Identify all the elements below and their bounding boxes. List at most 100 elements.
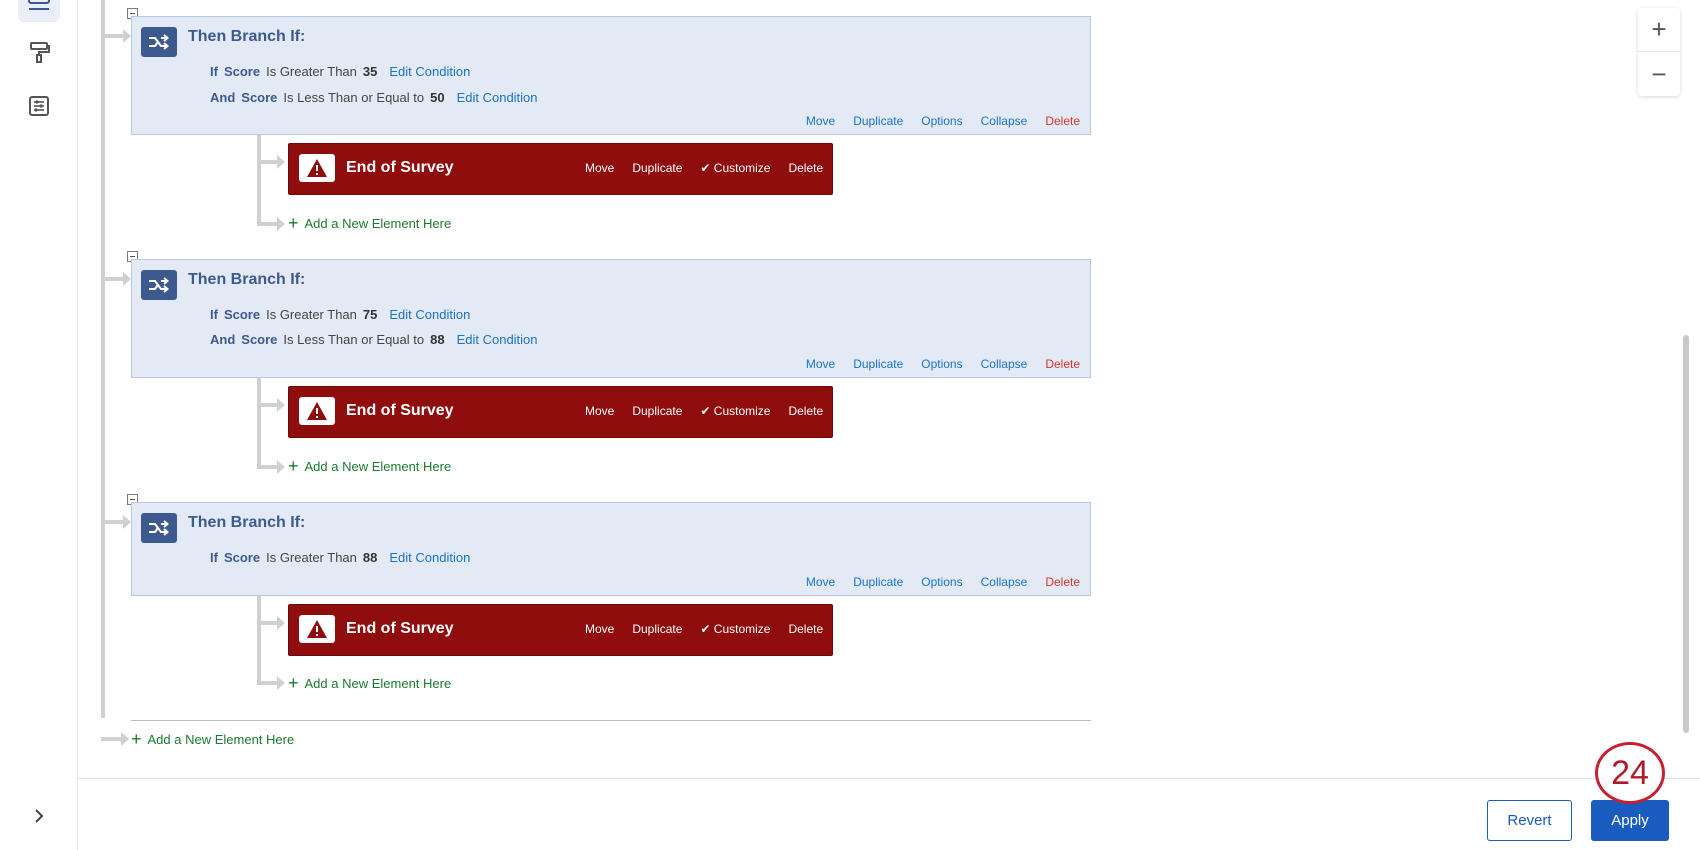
condition-operator[interactable]: Is Less Than or Equal to	[283, 332, 424, 347]
warning-icon	[299, 397, 335, 425]
branch-condition: If Score Is Greater Than 88 Edit Condition	[210, 550, 470, 565]
scrollbar-thumb[interactable]	[1683, 335, 1689, 733]
add-new-element-link[interactable]: + Add a New Element Here	[131, 730, 294, 748]
move-link[interactable]: Move	[806, 114, 835, 128]
plus-icon: +	[288, 213, 299, 233]
survey-flow-nav-button[interactable]	[18, 0, 60, 22]
condition-operator[interactable]: Is Greater Than	[266, 550, 357, 565]
condition-field[interactable]: Score	[241, 90, 277, 105]
move-link[interactable]: Move	[585, 404, 614, 418]
flow-connector	[257, 460, 285, 474]
end-of-survey-block: End of Survey Move Duplicate ✔ Customize…	[288, 604, 833, 656]
survey-options-nav-button[interactable]	[18, 90, 60, 126]
branch-title: Then Branch If:	[188, 271, 306, 288]
duplicate-link[interactable]: Duplicate	[853, 575, 903, 589]
options-link[interactable]: Options	[921, 357, 962, 371]
edit-condition-link[interactable]: Edit Condition	[389, 307, 470, 322]
options-link[interactable]: Options	[921, 114, 962, 128]
move-link[interactable]: Move	[806, 575, 835, 589]
condition-operator[interactable]: Is Less Than or Equal to	[283, 90, 424, 105]
condition-conjunction[interactable]: And	[210, 90, 235, 105]
expand-rail-button[interactable]	[28, 806, 50, 828]
zoom-out-button[interactable]: −	[1638, 52, 1680, 96]
flow-connector	[257, 676, 285, 690]
flow-connector	[257, 155, 285, 169]
delete-link[interactable]: Delete	[788, 404, 823, 418]
add-new-element-label: Add a New Element Here	[304, 459, 452, 474]
condition-field[interactable]: Score	[224, 550, 260, 565]
sliders-icon	[27, 94, 51, 123]
duplicate-link[interactable]: Duplicate	[632, 404, 682, 418]
delete-link[interactable]: Delete	[1045, 575, 1080, 589]
branch-block: Then Branch If: If Score Is Greater Than 75…	[131, 259, 1091, 378]
delete-link[interactable]: Delete	[788, 622, 823, 636]
flow-trunk-line	[101, 0, 105, 718]
condition-conjunction: If	[210, 64, 218, 79]
duplicate-link[interactable]: Duplicate	[853, 357, 903, 371]
move-link[interactable]: Move	[806, 357, 835, 371]
customize-link[interactable]: ✔ Customize	[700, 161, 770, 175]
end-of-survey-actions: Move Duplicate ✔ Customize Delete	[585, 622, 823, 636]
customize-label: Customize	[713, 161, 771, 175]
condition-field[interactable]: Score	[224, 307, 260, 322]
condition-field[interactable]: Score	[224, 64, 260, 79]
customize-link[interactable]: ✔ Customize	[700, 622, 770, 636]
warning-icon	[299, 615, 335, 643]
condition-value[interactable]: 88	[363, 550, 377, 565]
edit-condition-link[interactable]: Edit Condition	[389, 550, 470, 565]
plus-icon: +	[1651, 14, 1667, 44]
delete-link[interactable]: Delete	[1045, 357, 1080, 371]
options-link[interactable]: Options	[921, 575, 962, 589]
left-rail	[0, 0, 78, 850]
survey-flow-icon	[26, 0, 52, 18]
branch-title: Then Branch If:	[188, 514, 306, 531]
branch-condition: And Score Is Less Than or Equal to 50 Edit C…	[210, 90, 538, 105]
condition-conjunction: If	[210, 307, 218, 322]
customize-link[interactable]: ✔ Customize	[700, 404, 770, 418]
delete-link[interactable]: Delete	[788, 161, 823, 175]
step-number-badge: 24	[1595, 742, 1665, 804]
end-of-survey-block: End of Survey Move Duplicate ✔ Customize…	[288, 143, 833, 195]
condition-value[interactable]: 88	[430, 332, 444, 347]
move-link[interactable]: Move	[585, 161, 614, 175]
edit-condition-link[interactable]: Edit Condition	[457, 332, 538, 347]
edit-condition-link[interactable]: Edit Condition	[389, 64, 470, 79]
duplicate-link[interactable]: Duplicate	[853, 114, 903, 128]
condition-conjunction[interactable]: And	[210, 332, 235, 347]
flow-connector	[257, 616, 285, 630]
end-of-survey-actions: Move Duplicate ✔ Customize Delete	[585, 161, 823, 175]
chevron-right-icon	[33, 806, 45, 829]
look-and-feel-nav-button[interactable]	[18, 36, 60, 72]
condition-operator[interactable]: Is Greater Than	[266, 307, 357, 322]
edit-condition-link[interactable]: Edit Condition	[457, 90, 538, 105]
delete-link[interactable]: Delete	[1045, 114, 1080, 128]
condition-value[interactable]: 75	[363, 307, 377, 322]
plus-icon: +	[288, 673, 299, 693]
condition-operator[interactable]: Is Greater Than	[266, 64, 357, 79]
warning-icon	[299, 154, 335, 182]
zoom-controls: + −	[1638, 8, 1680, 96]
flow-connector	[101, 29, 131, 43]
apply-button[interactable]: Apply	[1591, 800, 1669, 841]
end-of-survey-title: End of Survey	[346, 402, 454, 419]
survey-flow-canvas: Then Branch If: If Score Is Greater Than 35…	[79, 0, 1679, 778]
collapse-link[interactable]: Collapse	[981, 114, 1028, 128]
branch-block: Then Branch If: If Score Is Greater Than 35…	[131, 16, 1091, 135]
move-link[interactable]: Move	[585, 622, 614, 636]
collapse-link[interactable]: Collapse	[981, 575, 1028, 589]
add-new-element-link[interactable]: + Add a New Element Here	[288, 457, 452, 475]
revert-button[interactable]: Revert	[1487, 800, 1572, 841]
zoom-in-button[interactable]: +	[1638, 8, 1680, 52]
add-new-element-link[interactable]: + Add a New Element Here	[288, 673, 451, 693]
condition-value[interactable]: 35	[363, 64, 377, 79]
duplicate-link[interactable]: Duplicate	[632, 161, 682, 175]
condition-field[interactable]: Score	[241, 332, 277, 347]
flow-divider	[131, 720, 1091, 721]
condition-value[interactable]: 50	[430, 90, 444, 105]
duplicate-link[interactable]: Duplicate	[632, 622, 682, 636]
collapse-link[interactable]: Collapse	[981, 357, 1028, 371]
check-icon: ✔	[700, 404, 711, 418]
footer-bar	[78, 778, 1700, 850]
add-new-element-link[interactable]: + Add a New Element Here	[288, 213, 451, 233]
branch-icon	[141, 270, 177, 300]
